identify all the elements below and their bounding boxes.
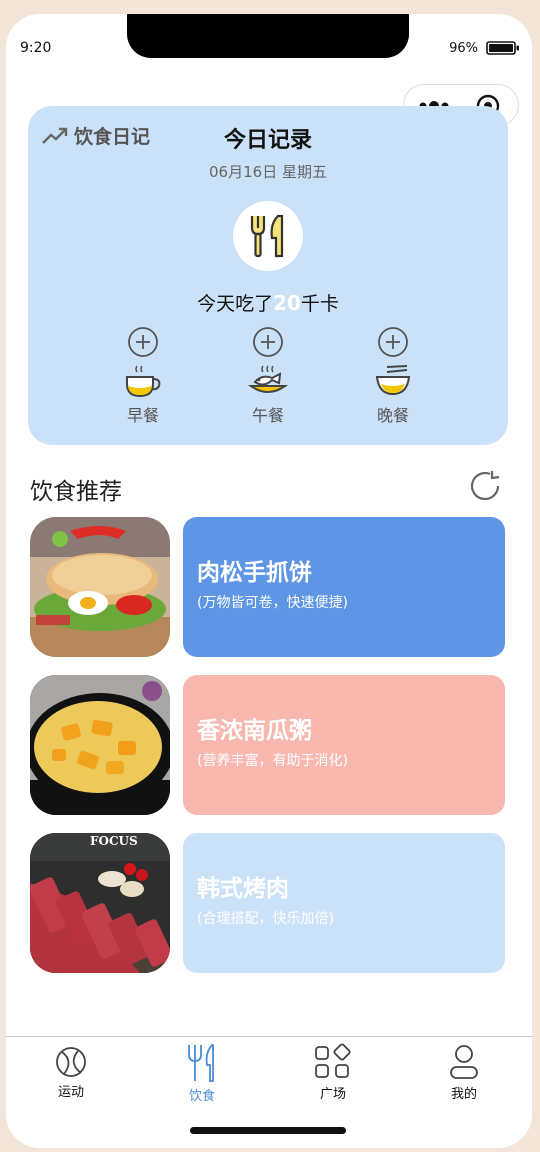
meal-label-dinner: 晚餐	[376, 406, 409, 425]
recommend-name-2: 香浓南瓜粥	[197, 718, 312, 744]
noodle-bowl-icon	[375, 365, 411, 396]
notch	[127, 14, 409, 58]
image-caption: FOCUS	[90, 834, 138, 848]
refresh-icon[interactable]	[468, 469, 502, 503]
meal-dinner: 晚餐	[353, 326, 433, 426]
kcal-summary: 今天吃了20千卡	[28, 289, 508, 316]
user-icon	[450, 1045, 478, 1079]
food-image-pancake[interactable]	[30, 517, 170, 657]
kcal-suffix: 千卡	[300, 293, 339, 315]
tab-diet[interactable]: 饮食	[162, 1043, 242, 1104]
recommend-desc-2: (营养丰富，有助于消化)	[197, 753, 348, 769]
meal-label-breakfast: 早餐	[126, 406, 159, 425]
tab-mine[interactable]: 我的	[424, 1043, 504, 1102]
add-lunch-icon[interactable]	[252, 326, 284, 358]
kcal-value: 20	[273, 291, 301, 315]
apps-grid-icon	[315, 1043, 351, 1078]
recommend-heading: 饮食推荐	[30, 479, 122, 505]
food-image-porridge[interactable]	[30, 675, 170, 815]
battery-percent: 96%	[449, 41, 478, 56]
diet-diary-card: 饮食日记 今日记录 06月16日 星期五 今天吃了20千卡 早餐 午餐 晚餐	[28, 106, 508, 445]
fork-knife-icon	[250, 214, 284, 258]
recommend-card-2[interactable]: 香浓南瓜粥 (营养丰富，有助于消化)	[183, 675, 505, 815]
fish-dish-icon	[248, 365, 288, 393]
tab-label-mine: 我的	[450, 1087, 477, 1102]
pancake-illustration	[30, 517, 170, 657]
status-time: 9:20	[20, 40, 52, 56]
add-dinner-icon[interactable]	[377, 326, 409, 358]
tab-label-sport: 运动	[57, 1085, 84, 1100]
recommend-desc-3: (合理搭配，快乐加倍)	[197, 911, 334, 927]
ball-icon	[56, 1047, 86, 1077]
recommend-name-1: 肉松手抓饼	[197, 560, 312, 586]
home-indicator[interactable]	[190, 1127, 346, 1134]
fork-knife-tab-icon	[188, 1044, 214, 1082]
diary-date: 06月16日 星期五	[209, 163, 327, 181]
meal-breakfast: 早餐	[103, 326, 183, 426]
kcal-prefix: 今天吃了	[197, 293, 274, 315]
recommend-card-3[interactable]: 韩式烤肉 (合理搭配，快乐加倍)	[183, 833, 505, 973]
porridge-illustration	[30, 675, 170, 815]
recommend-name-3: 韩式烤肉	[197, 876, 289, 902]
bbq-illustration: FOCUS	[30, 833, 170, 973]
tab-sport[interactable]: 运动	[31, 1043, 111, 1100]
diary-title: 今日记录	[223, 128, 312, 153]
battery-icon	[486, 41, 519, 55]
fork-knife-badge	[233, 201, 303, 271]
tab-label-diet: 饮食	[188, 1089, 215, 1104]
recommend-desc-1: (万物皆可卷，快速便捷)	[197, 595, 348, 611]
add-breakfast-icon[interactable]	[127, 326, 159, 358]
food-image-bbq[interactable]: FOCUS	[30, 833, 170, 973]
phone-screen: 9:20 96% 饮食日记 今日记录 06月16日 星期五 今天吃了20千卡 早…	[6, 14, 532, 1148]
coffee-cup-icon	[126, 365, 161, 398]
meal-label-lunch: 午餐	[251, 406, 284, 425]
tab-label-square: 广场	[319, 1087, 346, 1102]
tab-square[interactable]: 广场	[293, 1043, 373, 1102]
recommend-card-1[interactable]: 肉松手抓饼 (万物皆可卷，快速便捷)	[183, 517, 505, 657]
meal-lunch: 午餐	[228, 326, 308, 426]
